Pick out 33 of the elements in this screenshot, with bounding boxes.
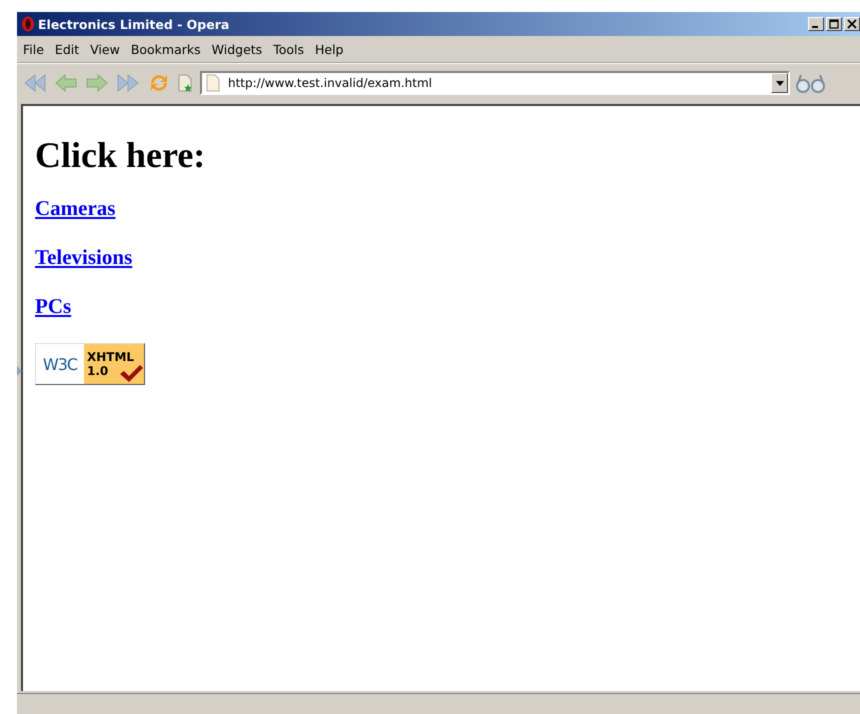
- rewind-icon[interactable]: [22, 71, 48, 95]
- badge-label: XHTML: [87, 350, 134, 364]
- menu-item[interactable]: Bookmarks: [128, 42, 210, 56]
- category-link[interactable]: Cameras: [35, 196, 116, 220]
- menu-item[interactable]: View: [88, 42, 129, 56]
- menu-item[interactable]: Help: [312, 42, 352, 56]
- page-heading: Click here:: [35, 134, 206, 176]
- menu-item[interactable]: File: [21, 42, 53, 56]
- window-title: Electronics Limited - Opera: [38, 16, 230, 32]
- close-button[interactable]: [844, 17, 860, 31]
- maximize-icon: [829, 19, 839, 29]
- menu-item[interactable]: Tools: [271, 42, 313, 56]
- minimize-icon: [812, 26, 818, 28]
- document-star-icon[interactable]: [177, 72, 193, 94]
- caret-icon: [776, 80, 784, 86]
- category-link[interactable]: Televisions: [35, 245, 132, 269]
- url-text: http://www.test.invalid/exam.html: [228, 76, 433, 90]
- opera-logo-icon: [21, 16, 35, 32]
- badge-version: 1.0: [87, 364, 108, 378]
- category-link[interactable]: PCs: [35, 294, 72, 318]
- menu-item[interactable]: Widgets: [210, 42, 272, 56]
- address-field[interactable]: http://www.test.invalid/exam.html: [200, 71, 790, 95]
- maximize-button[interactable]: [826, 17, 842, 31]
- dropdown-button[interactable]: [771, 73, 788, 93]
- panel-toggle-icon[interactable]: [17, 366, 22, 376]
- close-icon: [847, 19, 857, 29]
- menu-item[interactable]: Edit: [52, 42, 88, 56]
- forward-arrow-icon[interactable]: [84, 71, 110, 95]
- minimize-button[interactable]: [808, 17, 824, 31]
- fast-forward-icon[interactable]: [115, 71, 141, 95]
- page-icon: [206, 74, 220, 92]
- checkmark-icon: [119, 363, 143, 383]
- back-arrow-icon[interactable]: [53, 71, 79, 95]
